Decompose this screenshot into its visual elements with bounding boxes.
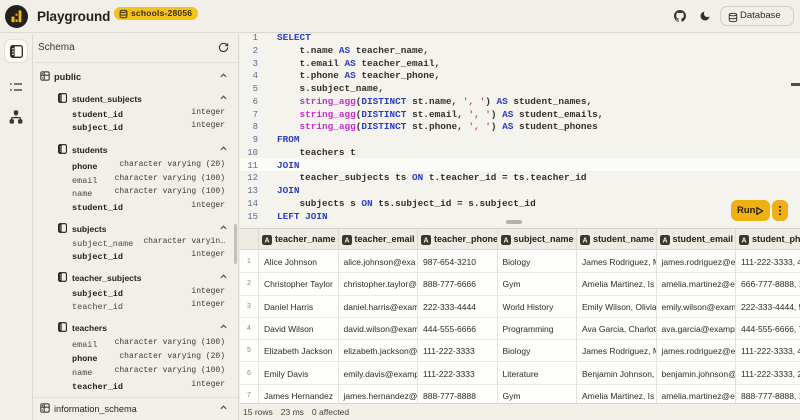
svg-text:A: A xyxy=(344,237,349,244)
svg-text:A: A xyxy=(423,237,428,244)
svg-text:A: A xyxy=(503,237,508,244)
svg-text:A: A xyxy=(662,237,667,244)
svg-text:A: A xyxy=(264,237,269,244)
svg-text:A: A xyxy=(741,237,746,244)
svg-text:A: A xyxy=(582,237,587,244)
